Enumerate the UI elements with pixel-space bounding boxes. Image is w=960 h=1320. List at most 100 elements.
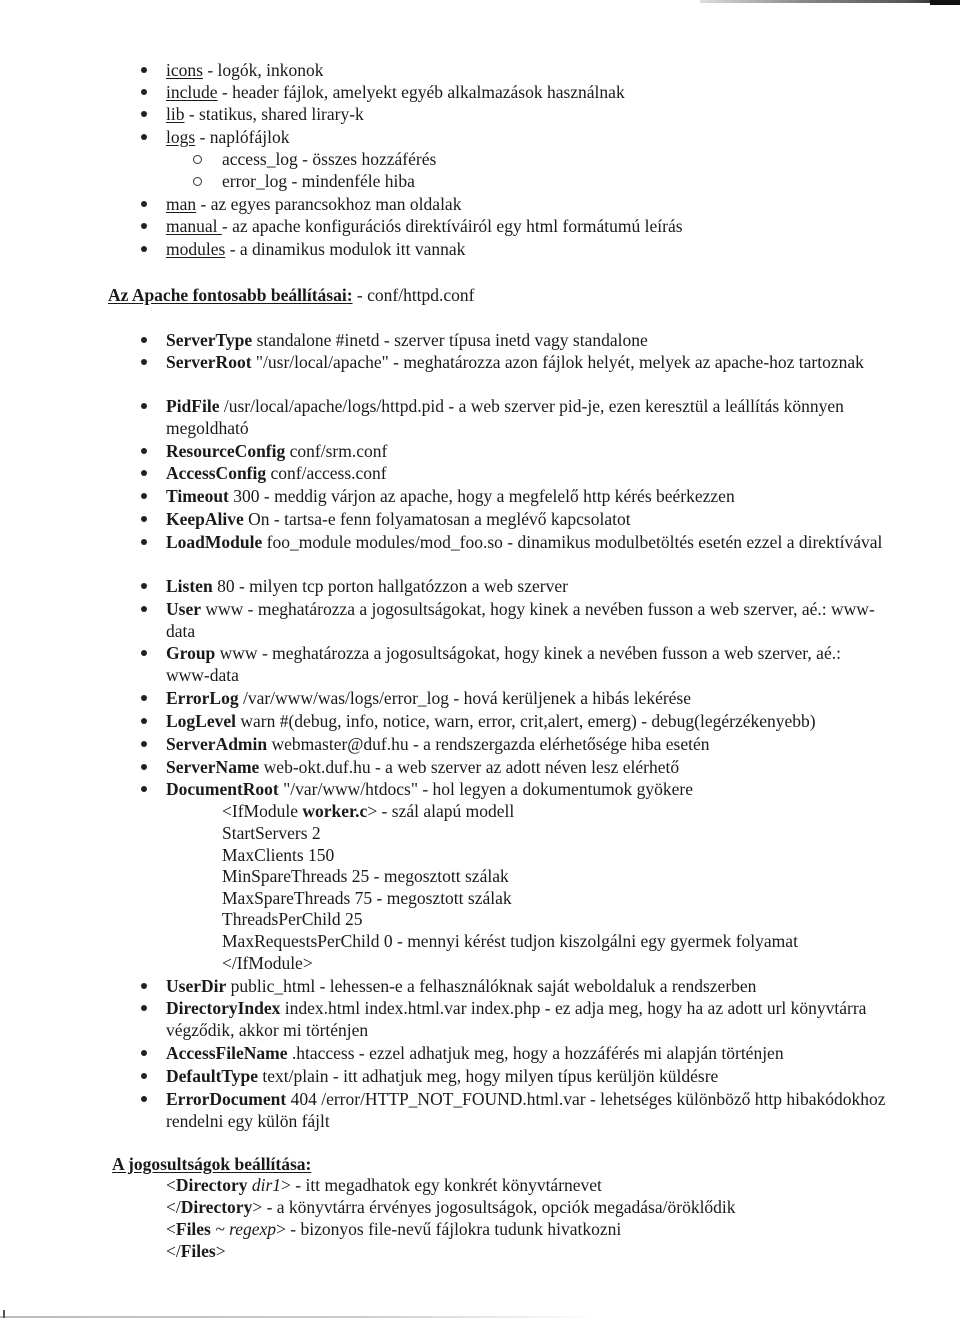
- directive-key: DefaultType: [166, 1066, 259, 1086]
- dir-name: logs: [166, 127, 196, 147]
- directive-key: LogLevel: [166, 711, 236, 731]
- directive-key: ServerAdmin: [166, 734, 268, 754]
- dir-name: lib: [166, 104, 185, 124]
- permission-line: <Files ~ regexp> - bizonyos file-nevű fá…: [166, 1219, 622, 1239]
- ifmodule-line: MaxSpareThreads 75 - megosztott szálak: [222, 888, 512, 908]
- directive-item: KeepAlive On - tartsa-e fenn folyamatosa…: [141, 509, 886, 531]
- directive-key: ResourceConfig: [166, 441, 286, 461]
- directive-text: .htaccess - ezzel adhatjuk meg, hogy a h…: [287, 1043, 784, 1063]
- scan-mark: [3, 1310, 5, 1318]
- dir-desc: - az egyes parancsokhoz man oldalak: [196, 194, 462, 214]
- directive-item: Listen 80 - milyen tcp porton hallgatózz…: [141, 576, 886, 598]
- dir-name: modules: [166, 239, 226, 259]
- directive-item: AccessConfig conf/access.conf: [141, 463, 886, 485]
- directive-item: ResourceConfig conf/srm.conf: [141, 441, 886, 463]
- directive-key: LoadModule: [166, 532, 263, 552]
- dir-name: manual: [166, 216, 222, 236]
- bullet-icon: [141, 223, 147, 229]
- directive-key: ErrorDocument: [166, 1089, 287, 1109]
- directive-item: AccessFileName .htaccess - ezzel adhatju…: [141, 1043, 886, 1065]
- bullet-icon: [141, 403, 147, 409]
- bullet-icon: [141, 650, 147, 656]
- ifmodule-close: </IfModule>: [222, 953, 313, 973]
- bullet-icon: [141, 786, 147, 792]
- bullet-icon: [141, 448, 147, 454]
- dir-desc: - statikus, shared lirary-k: [184, 104, 364, 124]
- dir-name: include: [166, 82, 218, 102]
- directive-text: /var/www/was/logs/error_log - hová kerül…: [238, 688, 692, 708]
- directive-text: conf/access.conf: [266, 463, 387, 483]
- directive-key: PidFile: [166, 396, 220, 416]
- bullet-icon: [141, 1073, 147, 1079]
- directive-text: On - tartsa-e fenn folyamatosan a meglév…: [243, 509, 631, 529]
- ifmodule-line: MinSpareThreads 25 - megosztott szálak: [222, 866, 509, 886]
- list-item: man - az egyes parancsokhoz man oldalak: [141, 194, 886, 216]
- dir-desc: - az apache konfigurációs direktíváiról …: [221, 216, 683, 236]
- bullet-icon: [141, 583, 147, 589]
- section-heading-apache-settings: Az Apache fontosabb beállításai: - conf/…: [108, 284, 475, 306]
- directive-text: text/plain - itt adhatjuk meg, hogy mily…: [258, 1066, 719, 1086]
- directive-text: foo_module modules/mod_foo.so - dinamiku…: [262, 532, 883, 552]
- directive-key: ServerRoot: [166, 352, 252, 372]
- directive-key: Listen: [166, 576, 213, 596]
- bullet-icon: [141, 89, 147, 95]
- section-title: Az Apache fontosabb beállításai:: [108, 285, 353, 305]
- directive-key: ErrorLog: [166, 688, 239, 708]
- directive-text: webmaster@duf.hu - a rendszergazda elérh…: [267, 734, 710, 754]
- bullet-icon: [141, 493, 147, 499]
- circle-bullet-icon: [193, 177, 202, 186]
- directive-item: ServerType standalone #inetd - szerver t…: [141, 330, 886, 352]
- directive-item: ServerName web-okt.duf.hu - a web szerve…: [141, 757, 886, 779]
- directive-text: warn #(debug, info, notice, warn, error,…: [236, 711, 816, 731]
- bullet-icon: [141, 516, 147, 522]
- directive-text: 300 - meddig várjon az apache, hogy a me…: [228, 486, 735, 506]
- directive-item: DirectoryIndex index.html index.html.var…: [141, 998, 886, 1041]
- directive-key: ServerType: [166, 330, 253, 350]
- dir-name: man: [166, 194, 197, 214]
- directive-item: LoadModule foo_module modules/mod_foo.so…: [141, 532, 886, 554]
- directive-key: DocumentRoot: [166, 779, 279, 799]
- list-item: logs - naplófájlok: [141, 127, 886, 149]
- bullet-icon: [141, 359, 147, 365]
- directive-text: conf/srm.conf: [285, 441, 388, 461]
- ifmodule-open: <IfModule worker.c> - szál alapú modell: [222, 801, 515, 821]
- directive-text: public_html - lehessen-e a felhasználókn…: [226, 976, 757, 996]
- directive-item: LogLevel warn #(debug, info, notice, war…: [141, 711, 886, 733]
- dir-name: icons: [166, 60, 203, 80]
- dir-desc: - naplófájlok: [195, 127, 290, 147]
- directive-key: AccessConfig: [166, 463, 267, 483]
- directive-item: ServerAdmin webmaster@duf.hu - a rendsze…: [141, 734, 886, 756]
- directive-item: ErrorDocument 404 /error/HTTP_NOT_FOUND.…: [141, 1089, 886, 1132]
- section-title: A jogosultságok beállítása:: [112, 1154, 312, 1174]
- directive-key: User: [166, 599, 201, 619]
- bullet-icon: [141, 67, 147, 73]
- directive-key: KeepAlive: [166, 509, 244, 529]
- bullet-icon: [141, 983, 147, 989]
- list-item: icons - logók, inkonok: [141, 60, 886, 82]
- permission-line: <Directory dir1> - itt megadhatok egy ko…: [166, 1175, 602, 1195]
- bullet-icon: [141, 718, 147, 724]
- directive-text: web-okt.duf.hu - a web szerver az adott …: [259, 757, 680, 777]
- directive-item: ServerRoot "/usr/local/apache" - meghatá…: [141, 352, 886, 374]
- directive-text: www - meghatározza a jogosultságokat, ho…: [166, 599, 875, 641]
- scan-edge-top: [700, 0, 960, 3]
- scan-edge-bottom: [0, 1316, 600, 1318]
- dir-desc: - a dinamikus modulok itt vannak: [225, 239, 466, 259]
- permission-line: </Directory> - a könyvtárra érvényes jog…: [166, 1197, 736, 1217]
- section-heading-permissions: A jogosultságok beállítása:: [112, 1153, 311, 1175]
- bullet-icon: [141, 111, 147, 117]
- directive-key: ServerName: [166, 757, 260, 777]
- ifmodule-line: ThreadsPerChild 25: [222, 909, 363, 929]
- ifmodule-line: MaxClients 150: [222, 845, 335, 865]
- directive-item: Timeout 300 - meddig várjon az apache, h…: [141, 486, 886, 508]
- directive-text: "/usr/local/apache" - meghatározza azon …: [251, 352, 864, 372]
- bullet-icon: [141, 246, 147, 252]
- directive-item: PidFile /usr/local/apache/logs/httpd.pid…: [141, 396, 886, 439]
- directive-text: /usr/local/apache/logs/httpd.pid - a web…: [166, 396, 844, 438]
- list-item: lib - statikus, shared lirary-k: [141, 104, 886, 126]
- dir-desc: - header fájlok, amelyekt egyéb alkalmaz…: [217, 82, 625, 102]
- ifmodule-line: StartServers 2: [222, 823, 321, 843]
- bullet-icon: [141, 695, 147, 701]
- bullet-icon: [141, 134, 147, 140]
- directive-key: AccessFileName: [166, 1043, 288, 1063]
